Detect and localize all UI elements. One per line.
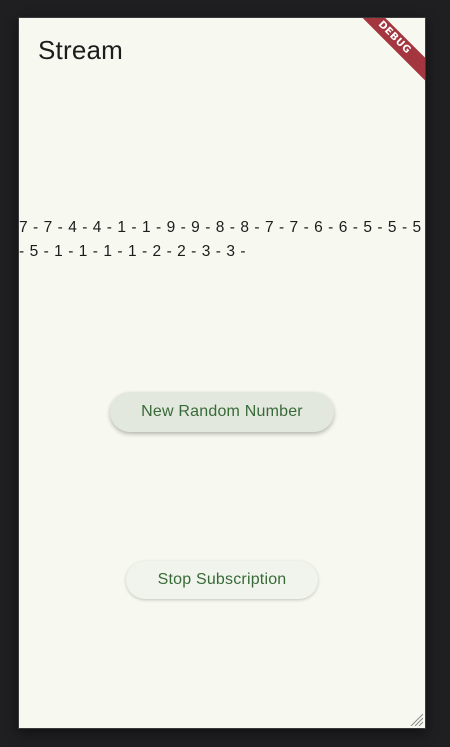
stream-numbers-text: 7 - 7 - 4 - 4 - 1 - 1 - 9 - 9 - 8 - 8 - …: [19, 219, 422, 260]
stop-subscription-button[interactable]: Stop Subscription: [126, 561, 318, 599]
app-bar-title: Stream: [38, 35, 124, 65]
app-window: Stream DEBUG 7 - 7 - 4 - 4 - 1 - 1 - 9 -…: [18, 17, 426, 729]
app-frame: Stream DEBUG 7 - 7 - 4 - 4 - 1 - 1 - 9 -…: [0, 0, 450, 747]
new-random-number-button[interactable]: New Random Number: [110, 392, 334, 432]
debug-banner: DEBUG: [342, 18, 425, 90]
resize-grip-icon[interactable]: [409, 712, 423, 726]
